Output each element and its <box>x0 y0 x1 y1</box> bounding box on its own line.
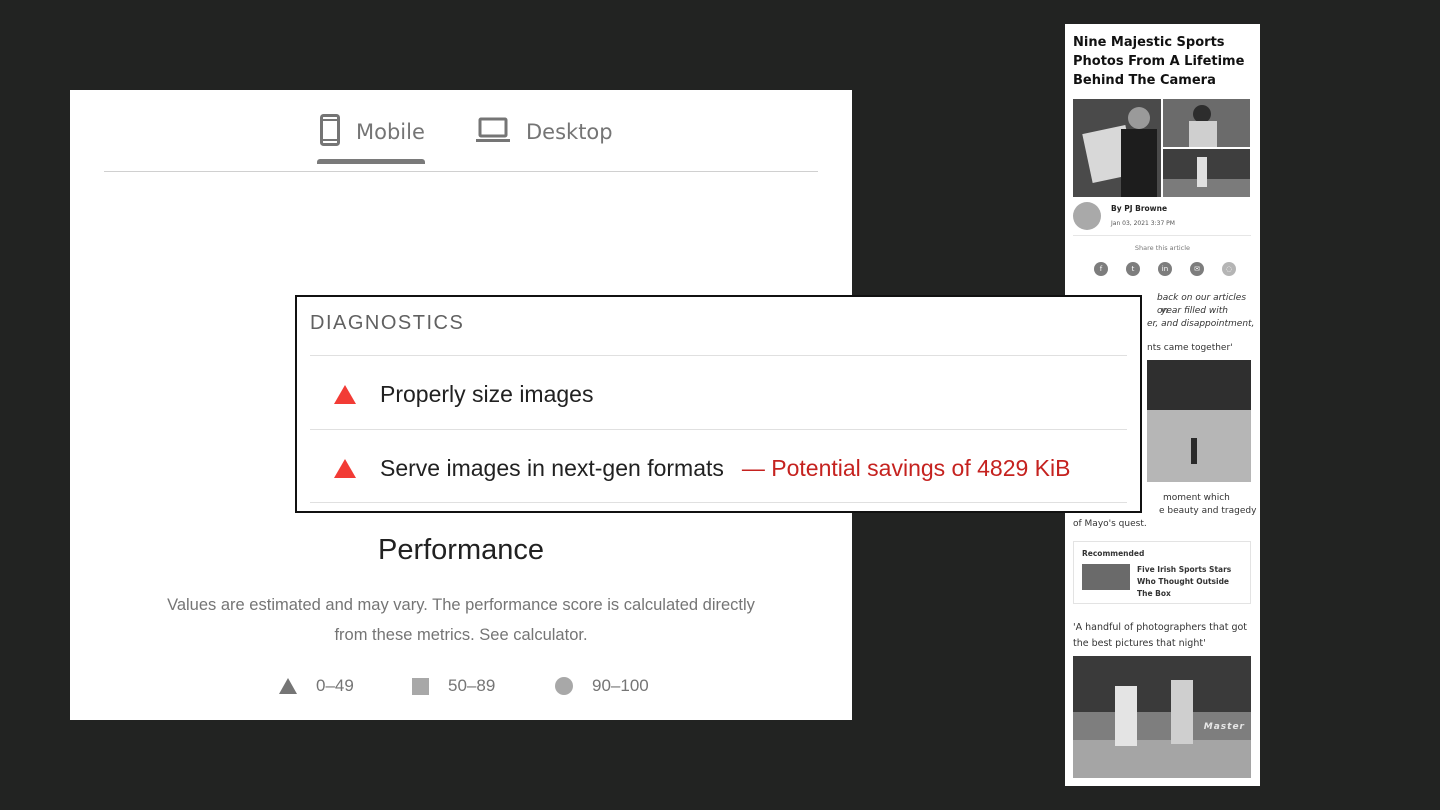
stadium-photo <box>1147 360 1251 482</box>
match-photo: Master <box>1073 656 1251 778</box>
divider <box>1073 235 1251 236</box>
performance-description: Values are estimated and may vary. The p… <box>167 596 755 644</box>
score-legend: 0–49 50–89 90–100 <box>70 676 852 702</box>
linkedin-icon[interactable]: in <box>1158 262 1172 276</box>
laptop-icon <box>476 117 510 148</box>
diagnostic-savings: — Potential savings of 4829 KiB <box>741 454 1071 481</box>
legend-fail-label: 0–49 <box>316 676 354 695</box>
diagnostic-label: Properly size images <box>380 380 594 407</box>
email-icon[interactable]: ✉ <box>1190 262 1204 276</box>
recommended-thumbnail <box>1082 564 1130 590</box>
legend-fail: 0–49 <box>279 676 354 696</box>
section-quote-1: nts came together' <box>1147 343 1233 353</box>
tab-mobile[interactable]: Mobile <box>320 112 425 152</box>
diagnostics-title: DIAGNOSTICS <box>310 312 465 334</box>
whatsapp-icon[interactable]: ◌ <box>1222 262 1236 276</box>
author-avatar <box>1073 202 1101 230</box>
legend-average: 50–89 <box>412 676 495 696</box>
hero-photo-runner <box>1163 99 1250 147</box>
legend-average-label: 50–89 <box>448 676 496 695</box>
device-tabs: Mobile Desktop <box>70 90 852 174</box>
recommended-title[interactable]: Five Irish Sports Stars Who Thought Outs… <box>1137 564 1245 600</box>
caption-line3: of Mayo's quest. <box>1073 519 1147 529</box>
diagnostics-card: DIAGNOSTICS Properly size images Serve i… <box>295 295 1142 513</box>
circle-icon <box>555 677 573 695</box>
intro-text-line2: year filled with <box>1161 306 1228 316</box>
hero-photo-main <box>1073 99 1161 197</box>
performance-title: Performance <box>377 534 544 566</box>
active-tab-indicator <box>317 159 425 164</box>
photo-watermark: Master <box>1203 722 1245 732</box>
share-label: Share this article <box>1134 244 1191 252</box>
tab-desktop-label: Desktop <box>526 120 613 144</box>
intro-text-line3: er, and disappointment, <box>1147 319 1255 329</box>
diagnostics-divider <box>310 429 1127 430</box>
tabs-divider <box>104 171 818 172</box>
author-name[interactable]: By PJ Browne <box>1111 204 1167 213</box>
warning-triangle-icon <box>334 458 356 478</box>
square-icon <box>412 677 429 695</box>
triangle-icon <box>279 678 297 694</box>
twitter-icon[interactable]: t <box>1126 262 1140 276</box>
caption-line2: e beauty and tragedy <box>1159 506 1257 516</box>
diagnostics-divider <box>310 355 1127 356</box>
article-title: Nine Majestic Sports Photos From A Lifet… <box>1073 35 1245 88</box>
hero-photo-football <box>1163 149 1250 197</box>
diagnostic-item[interactable]: Serve images in next-gen formats — Poten… <box>310 432 1127 504</box>
article-date: Jan 03, 2021 3:37 PM <box>1111 220 1175 227</box>
caption-line1: moment which <box>1163 493 1230 503</box>
diagnostic-item[interactable]: Properly size images <box>310 358 1127 430</box>
legend-pass-label: 90–100 <box>592 676 649 695</box>
facebook-icon[interactable]: f <box>1094 262 1108 276</box>
recommended-card[interactable]: Recommended Five Irish Sports Stars Who … <box>1073 541 1251 604</box>
warning-triangle-icon <box>334 384 356 404</box>
section-quote-2: 'A handful of photographers that got the… <box>1073 622 1248 649</box>
diagnostic-label: Serve images in next-gen formats <box>380 454 724 481</box>
legend-pass: 90–100 <box>555 676 649 696</box>
tab-desktop[interactable]: Desktop <box>476 112 613 152</box>
tab-mobile-label: Mobile <box>356 120 425 144</box>
diagnostics-divider <box>310 502 1127 503</box>
phone-icon <box>320 113 340 151</box>
recommended-label: Recommended <box>1082 549 1145 558</box>
